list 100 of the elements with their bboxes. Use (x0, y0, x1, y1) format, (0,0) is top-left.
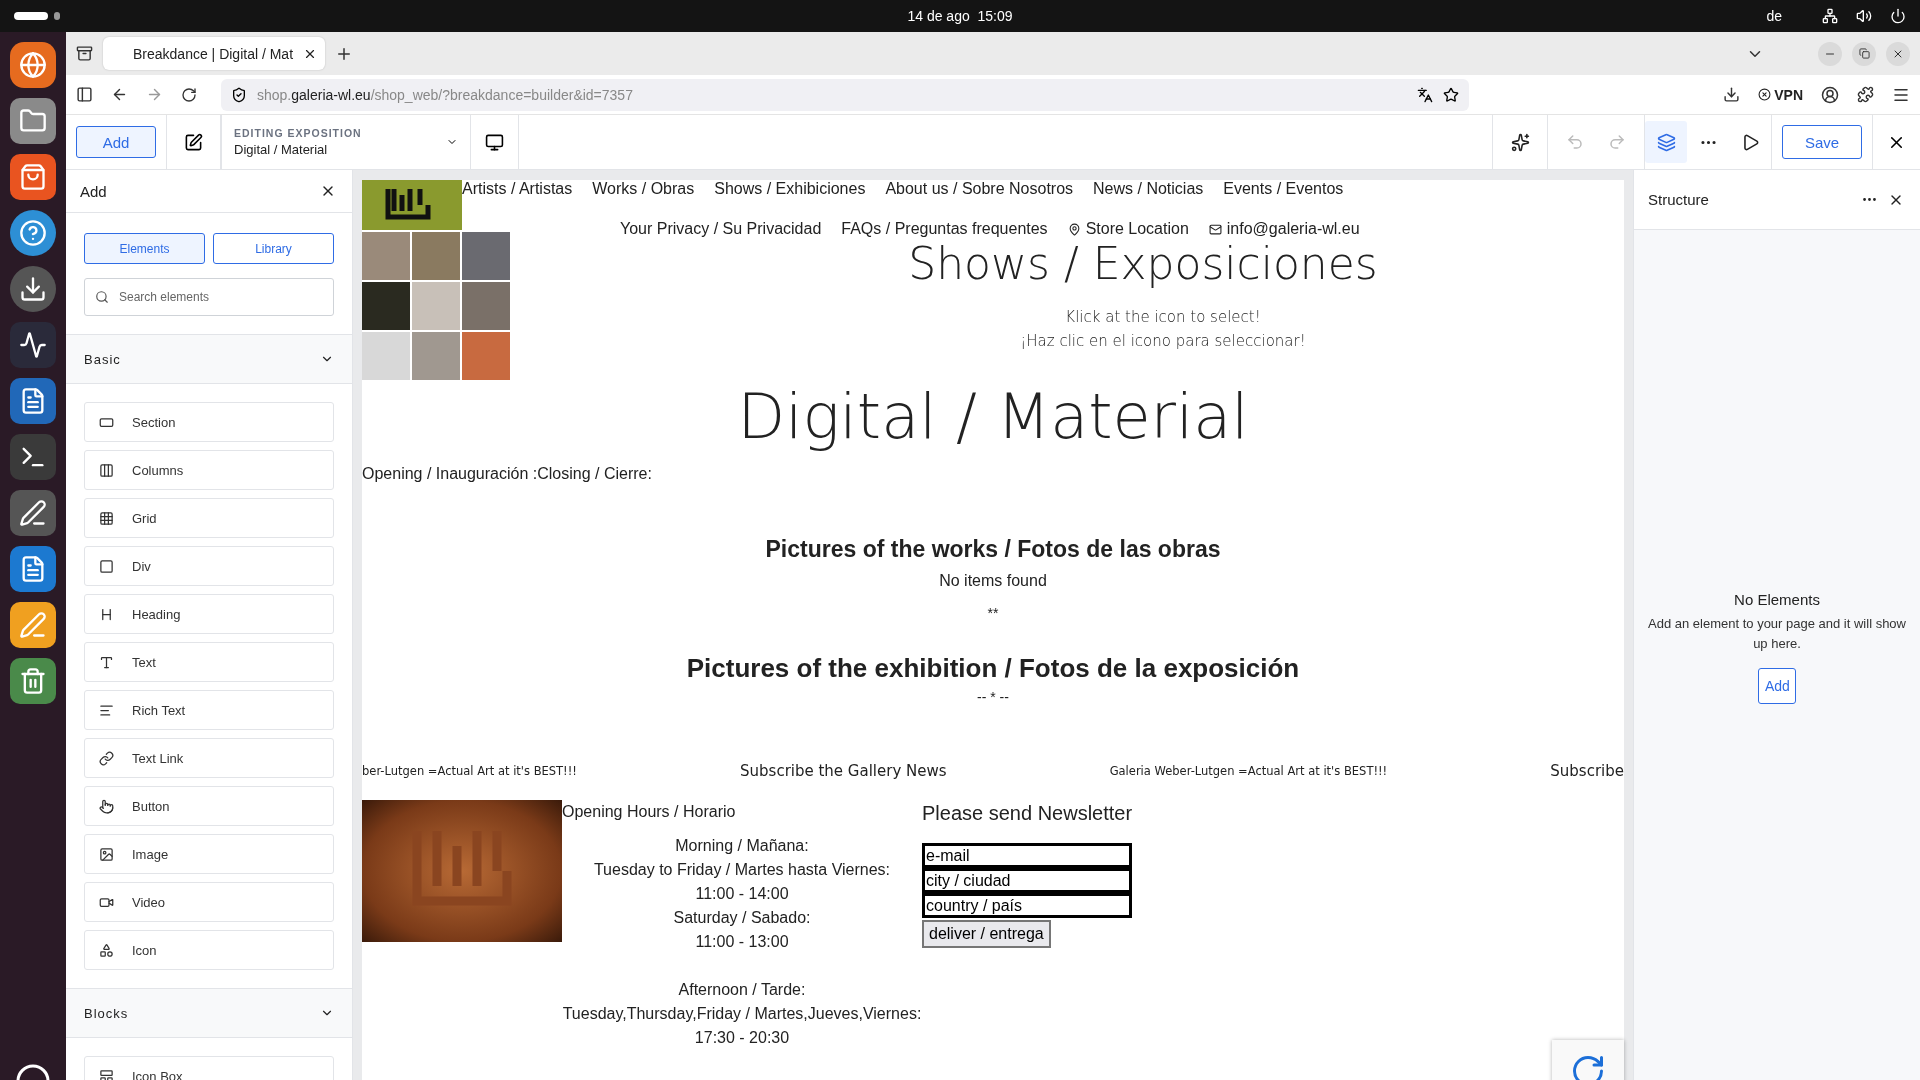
bag-app-icon[interactable] (10, 154, 56, 200)
ticker-text: Subscribe (1550, 762, 1624, 781)
nav-link[interactable]: FAQs / Preguntas frequentes (841, 220, 1048, 238)
mail-icon (1208, 222, 1222, 236)
hours-title: Opening Hours / Horario (562, 802, 736, 823)
element-type-icon (99, 1068, 114, 1080)
element-item[interactable]: Text Link (84, 738, 334, 778)
restore-icon (1858, 48, 1870, 59)
sidebar-icon[interactable] (76, 86, 93, 103)
search-field[interactable]: Search elements (84, 278, 334, 316)
element-type-icon (99, 558, 114, 574)
element-item[interactable]: Columns (84, 450, 334, 490)
back-icon[interactable] (111, 86, 128, 103)
nav-link[interactable]: News / Noticias (1093, 180, 1204, 198)
section-header[interactable]: Basic (66, 334, 352, 384)
nav-link[interactable]: Shows / Exhibiciones (714, 180, 866, 198)
forward-icon[interactable] (146, 86, 163, 103)
notepad-app-icon[interactable] (10, 602, 56, 648)
reload-icon[interactable] (181, 86, 197, 103)
element-item[interactable]: Grid (84, 498, 334, 538)
url-text[interactable]: shop.galeria-wl.eu/shop_web/?breakdance=builder&id=7357 (257, 86, 1407, 103)
bookmark-star-icon[interactable] (1443, 86, 1459, 103)
translate-icon[interactable] (1417, 86, 1433, 103)
editing-value: Digital / Material (234, 142, 329, 157)
globe-app-icon[interactable] (10, 42, 56, 88)
clock-text[interactable]: 14 de ago 15:09 (907, 8, 1013, 24)
account-icon[interactable] (1821, 85, 1839, 104)
nav-link[interactable]: Artists / Artistas (462, 180, 573, 198)
separator-text: ** (986, 603, 1000, 623)
shield-icon[interactable] (231, 86, 247, 103)
element-item[interactable]: Video (84, 882, 334, 922)
nav-link[interactable]: Your Privacy / Su Privacidad (620, 220, 822, 238)
input-field[interactable]: country / país (922, 893, 1132, 919)
add-button[interactable]: Add (76, 126, 156, 158)
download-app-icon[interactable] (10, 266, 56, 312)
download-icon[interactable] (1723, 86, 1741, 103)
address-bar[interactable]: shop.galeria-wl.eu/shop_web/?breakdance=builder&id=7357 (221, 78, 1469, 111)
empty-text: No items found (938, 571, 1048, 592)
tab-overview-icon[interactable] (76, 45, 93, 62)
element-item[interactable]: Section (84, 402, 334, 442)
element-type-icon (99, 798, 114, 814)
panel-title: Structure (1648, 191, 1710, 208)
network-icon[interactable] (1822, 8, 1838, 24)
minimize-button[interactable] (1818, 41, 1842, 66)
document-app-icon[interactable] (10, 546, 56, 592)
element-item[interactable]: Button (84, 786, 334, 826)
element-item[interactable]: Image (84, 834, 334, 874)
ticker-text: ber-Lutgen =Actual Art at it's BEST!!! (362, 764, 577, 779)
element-type-icon (99, 510, 114, 526)
nav-link[interactable]: About us / Sobre Nosotros (885, 180, 1074, 198)
nav-link[interactable]: Store Location (1067, 220, 1189, 238)
power-icon[interactable] (1890, 8, 1906, 24)
x-circle-icon (1758, 88, 1772, 101)
desktop-view-icon[interactable] (485, 132, 504, 152)
separator-text: -- * -- (976, 687, 1010, 707)
pen-app-icon[interactable] (10, 490, 56, 536)
element-item[interactable]: Div (84, 546, 334, 586)
add-button[interactable]: Add (1758, 668, 1796, 704)
activity-app-icon[interactable] (10, 322, 56, 368)
layers-icon[interactable] (1645, 121, 1687, 163)
element-item[interactable]: Text (84, 642, 334, 682)
keyboard-layout[interactable]: de (1766, 8, 1782, 24)
panel-title: Add (80, 182, 108, 200)
page-heading: Shows / Exposiciones (908, 238, 1378, 291)
edit-icon[interactable] (184, 132, 203, 152)
save-button[interactable]: Save (1782, 125, 1862, 159)
element-type-icon (99, 846, 114, 862)
hours-text: 11:00 - 14:00 (695, 884, 789, 905)
hint-text: ¡Haz clic en el icono para seleccionar! (1020, 330, 1306, 352)
element-item[interactable]: Heading (84, 594, 334, 634)
input-field[interactable]: e-mail (922, 843, 1132, 869)
element-item[interactable]: Icon Box (84, 1056, 334, 1080)
folder-app-icon[interactable] (10, 98, 56, 144)
panel-tab[interactable]: Elements (84, 233, 205, 264)
vpn-button[interactable]: VPN (1758, 86, 1803, 103)
location-pin-icon (1067, 222, 1081, 236)
element-item[interactable]: Icon (84, 930, 334, 970)
trash-app-icon[interactable] (10, 658, 56, 704)
nav-link[interactable]: Events / Eventos (1223, 180, 1344, 198)
editing-dropdown[interactable]: EDITING EXPOSITION Digital / Material (221, 115, 471, 169)
gallery-logo[interactable] (362, 180, 462, 230)
restore-button[interactable] (1852, 41, 1876, 66)
ticker-text: Subscribe the Gallery News (740, 762, 947, 781)
input-field[interactable]: city / ciudad (922, 868, 1132, 894)
nav-link[interactable]: info@galeria-wl.eu (1208, 220, 1360, 238)
nav-link[interactable]: Works / Obras (592, 180, 695, 198)
deliver-button[interactable]: deliver / entrega (922, 920, 1051, 949)
extensions-icon[interactable] (1857, 86, 1874, 103)
workspace-indicator[interactable] (14, 12, 48, 20)
element-type-icon (99, 654, 114, 670)
workspace-indicator[interactable] (54, 12, 60, 20)
document-app-icon[interactable] (10, 378, 56, 424)
panel-tab[interactable]: Library (213, 233, 334, 264)
volume-icon[interactable] (1856, 8, 1872, 24)
exhibition-title: Digital / Material (737, 380, 1249, 455)
section-header[interactable]: Blocks (66, 988, 352, 1038)
terminal-app-icon[interactable] (10, 434, 56, 480)
element-item[interactable]: Rich Text (84, 690, 334, 730)
help-app-icon[interactable] (10, 210, 56, 256)
browser-tab[interactable]: Breakdance | Digital / Mat (103, 37, 325, 70)
